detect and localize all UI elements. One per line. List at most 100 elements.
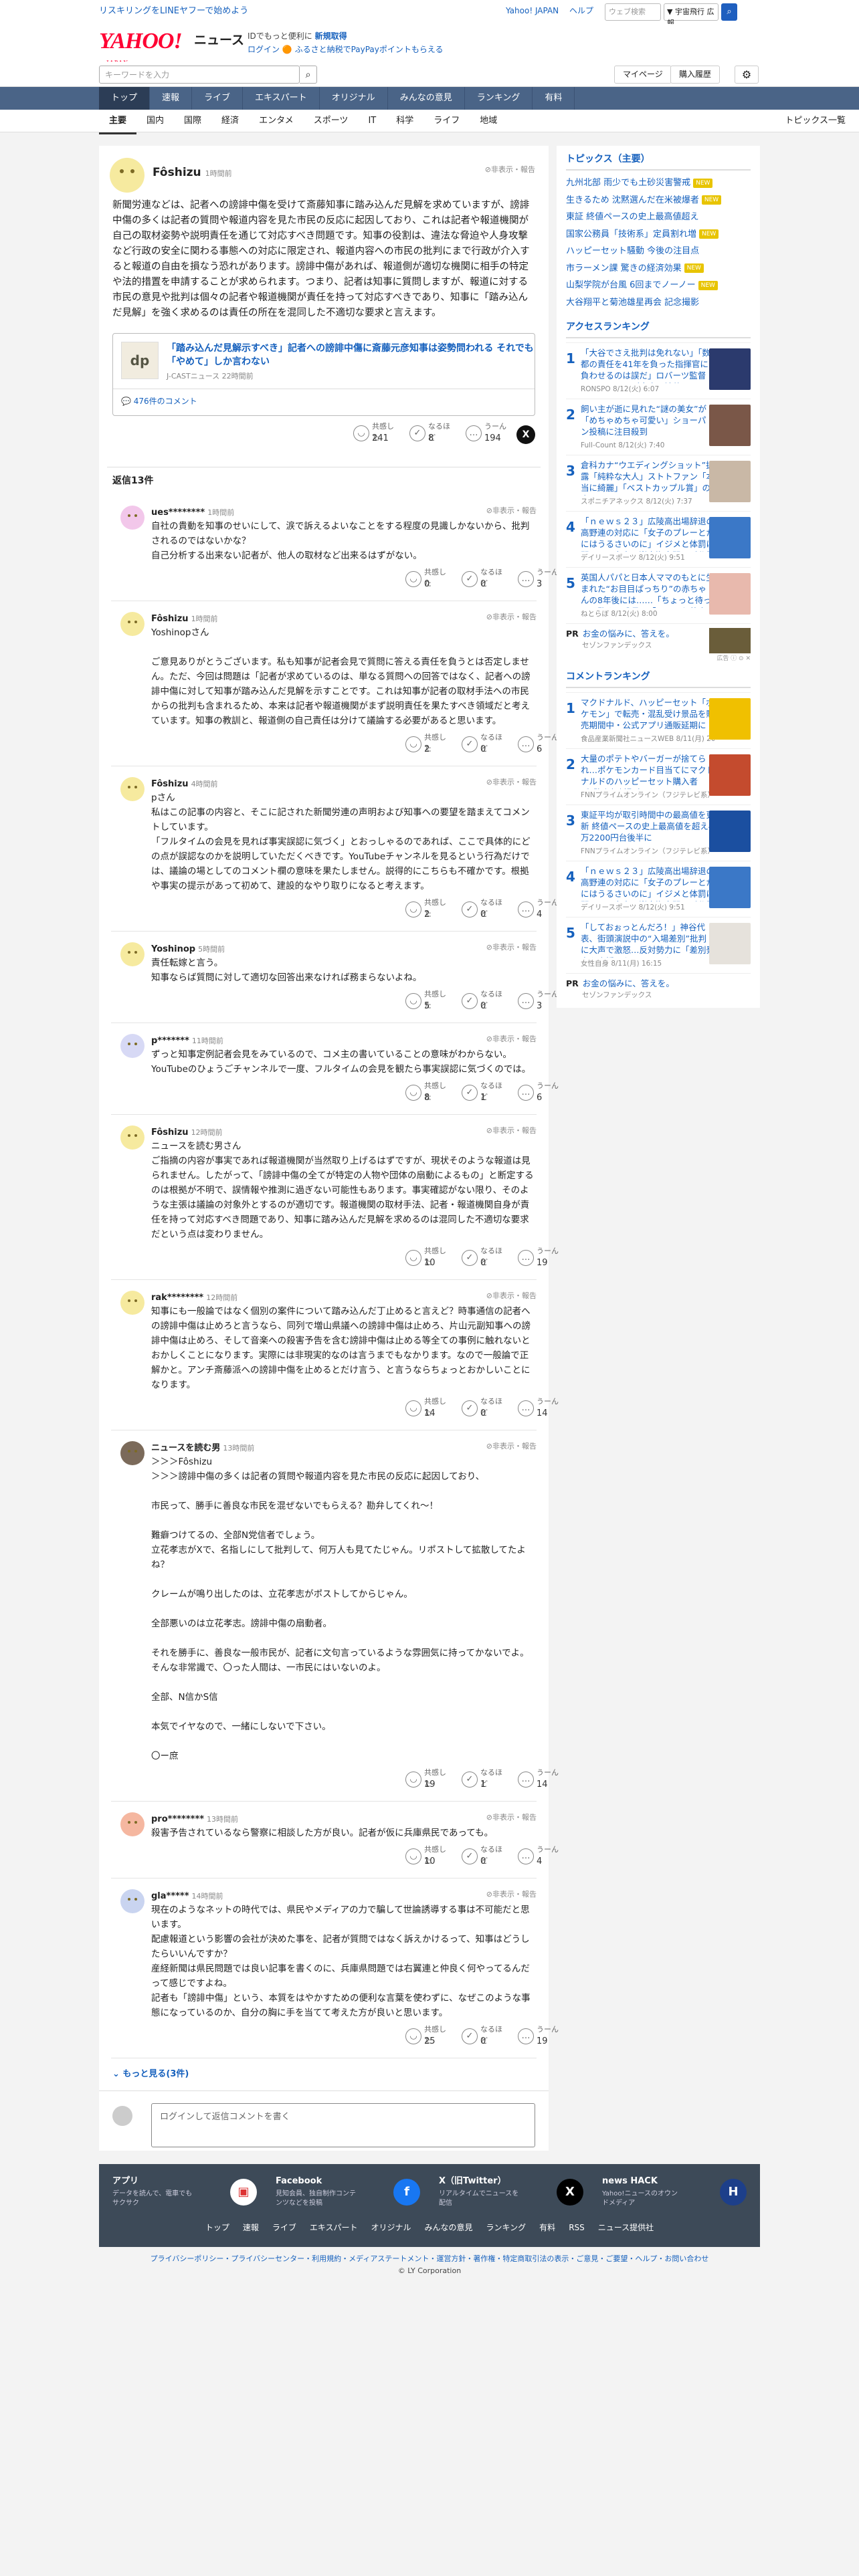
reaction-button[interactable]: … うーん 194 bbox=[466, 421, 508, 452]
reaction-button[interactable]: ✓ なるほど 0 bbox=[462, 732, 504, 756]
ranking-item[interactable]: 3 倉科カナ“ウエディングショット”披露「純粋な大人」ストトファン「本当に綺麗」「… bbox=[566, 455, 751, 511]
footer-link-7[interactable]: 有料 bbox=[533, 2222, 562, 2234]
footer-x-block[interactable]: X（旧Twitter） リアルタイムでニュースを配信 X bbox=[439, 2175, 583, 2215]
reaction-button[interactable]: ◡ 共感した 2 bbox=[405, 732, 448, 756]
reaction-button[interactable]: ◡ 共感した 2 bbox=[405, 897, 448, 922]
x-icon[interactable]: X bbox=[557, 2179, 583, 2206]
reaction-button[interactable]: ◡ 共感した 8 bbox=[405, 1081, 448, 1105]
topic-link[interactable]: 大谷翔平と菊池雄星再会 記念撮影 bbox=[566, 294, 751, 312]
reaction-button[interactable]: ◡ 共感した 19 bbox=[405, 1767, 448, 1792]
web-search-input[interactable]: ウェブ検索 bbox=[605, 3, 661, 21]
news-search-button[interactable]: ⌕ bbox=[300, 66, 317, 84]
reaction-button[interactable]: ✓ なるほど 0 bbox=[462, 1396, 504, 1420]
footer-link-3[interactable]: エキスパート bbox=[303, 2222, 365, 2234]
hide-report-link[interactable]: ⊘非表示・報告 bbox=[486, 942, 537, 954]
article-title[interactable]: 「踏み込んだ見解示すべき」記者への謗誹中傷に斎藤元彦知事は姿勢問われる それでも… bbox=[167, 342, 541, 368]
reaction-button[interactable]: ✓ なるほど 1 bbox=[462, 1767, 504, 1792]
app-icon[interactable]: ▣ bbox=[230, 2179, 257, 2206]
category-tab-8[interactable]: ライフ bbox=[423, 110, 470, 134]
category-tab-1[interactable]: 国内 bbox=[136, 110, 174, 134]
commenter-name[interactable]: Fôshizu bbox=[153, 166, 201, 179]
hide-report-link[interactable]: ⊘非表示・報告 bbox=[486, 1889, 537, 1901]
reaction-button[interactable]: … うーん 6 bbox=[518, 732, 561, 756]
topic-link[interactable]: 東証 終値ペースの史上最高値超え bbox=[566, 209, 751, 226]
commenter-name[interactable]: p******* bbox=[151, 1036, 189, 1046]
legal-links[interactable]: プライバシーポリシー・プライバシーセンター・利用規約・メディアステートメント・運… bbox=[0, 2254, 859, 2265]
reaction-button[interactable]: … うーん 6 bbox=[518, 1081, 561, 1105]
reaction-button[interactable]: ✓ なるほど 8 bbox=[409, 421, 452, 452]
nav-tab-4[interactable]: オリジナル bbox=[320, 87, 388, 110]
footer-news-hack-block[interactable]: news HACK Yahoo!ニュースのオウンドメディア H bbox=[602, 2175, 747, 2215]
hide-report-link[interactable]: ⊘非表示・報告 bbox=[486, 612, 537, 623]
pr-ad-2[interactable]: PR お金の悩みに、答えを。 セゾンファンデックス bbox=[566, 973, 751, 1005]
search-suggest-select[interactable]: ▼ 宇宙飛行 広報 bbox=[664, 3, 719, 27]
hide-report-link[interactable]: ⊘非表示・報告 bbox=[486, 1812, 537, 1824]
reaction-button[interactable]: … うーん 3 bbox=[518, 567, 561, 591]
purchase-history-button[interactable]: 購入履歴 bbox=[670, 66, 721, 84]
ranking-item[interactable]: 1 「大谷でさえ批判は免れない」「数都の責任を41年を負った指揮官に負わせるのは誤… bbox=[566, 342, 751, 399]
pr-ad[interactable]: PR お金の悩みに、答えを。 セゾンファンデックス 広告 ⓘ ⊙ ✕ bbox=[566, 623, 751, 662]
reaction-button[interactable]: ◡ 共感した 10 bbox=[405, 1246, 448, 1270]
reaction-button[interactable]: ✓ なるほど 0 bbox=[462, 1246, 504, 1270]
hide-report-link[interactable]: ⊘非表示・報告 bbox=[486, 777, 537, 788]
article-comments-link[interactable]: 💬 476件のコメント bbox=[121, 395, 197, 407]
reaction-button[interactable]: ◡ 共感した 241 bbox=[353, 421, 396, 452]
settings-button[interactable]: ⚙ bbox=[735, 66, 759, 84]
reply-input[interactable]: ログインして返信コメントを書く bbox=[151, 2103, 535, 2147]
reaction-button[interactable]: … うーん 4 bbox=[518, 897, 561, 922]
help-link[interactable]: ヘルプ bbox=[569, 6, 593, 15]
hide-report-link[interactable]: ⊘非表示・報告 bbox=[486, 1441, 537, 1453]
reaction-button[interactable]: ✓ なるほど 0 bbox=[462, 2024, 504, 2048]
reaction-button[interactable]: ◡ 共感した 10 bbox=[405, 1844, 448, 1868]
commenter-name[interactable]: Fôshizu bbox=[151, 779, 189, 789]
reaction-button[interactable]: … うーん 4 bbox=[518, 1844, 561, 1868]
reaction-button[interactable]: ✓ なるほど 0 bbox=[462, 567, 504, 591]
footer-link-5[interactable]: みんなの意見 bbox=[418, 2222, 480, 2234]
hide-report-link[interactable]: ⊘非表示・報告 bbox=[486, 1034, 537, 1045]
ad-info[interactable]: 広告 ⓘ ⊙ ✕ bbox=[717, 655, 751, 664]
reaction-button[interactable]: … うーん 14 bbox=[518, 1396, 561, 1420]
x-share-icon[interactable]: X bbox=[516, 425, 535, 444]
hide-report-link[interactable]: ⊘非表示・報告 bbox=[485, 165, 535, 176]
reaction-button[interactable]: ◡ 共感した 25 bbox=[405, 2024, 448, 2048]
ranking-item[interactable]: 1 マクドナルド、ハッピーセット「ポケモン」で転売・混乱受け景品を販売期間中・公式… bbox=[566, 692, 751, 748]
news-hack-icon[interactable]: H bbox=[720, 2179, 747, 2206]
ranking-item[interactable]: 5 「しておぉっとんだろ！」神谷代表、街頭演説中の“入場差別”批判に大声で激怒…反… bbox=[566, 917, 751, 973]
footer-link-0[interactable]: トップ bbox=[199, 2222, 236, 2234]
mypage-button[interactable]: マイページ bbox=[614, 66, 672, 84]
topic-link[interactable]: 市ラーメン課 驚きの経済効果 NEW bbox=[566, 260, 751, 278]
reaction-button[interactable]: ✓ なるほど 1 bbox=[462, 1081, 504, 1105]
reaction-button[interactable]: … うーん 3 bbox=[518, 989, 561, 1013]
hide-report-link[interactable]: ⊘非表示・報告 bbox=[486, 1291, 537, 1302]
commenter-name[interactable]: pro******** bbox=[151, 1814, 204, 1824]
footer-link-2[interactable]: ライブ bbox=[266, 2222, 303, 2234]
ranking-item[interactable]: 2 大量のポテトやバーガーが捨てられ…ポケモンカード目当てにマクドナルドのハッピー… bbox=[566, 748, 751, 804]
nav-tab-3[interactable]: エキスパート bbox=[243, 87, 320, 110]
ranking-item[interactable]: 3 東証平均が取引時間中の最高値を更新 終値ペースの史上最高値を超え4万2200円… bbox=[566, 804, 751, 861]
category-tab-6[interactable]: IT bbox=[358, 110, 386, 134]
footer-link-4[interactable]: オリジナル bbox=[365, 2222, 418, 2234]
reskilling-promo-link[interactable]: リスキリングをLINEヤフーで始めよう bbox=[99, 5, 248, 18]
commenter-name[interactable]: Fôshizu bbox=[151, 614, 189, 624]
footer-link-1[interactable]: 速報 bbox=[236, 2222, 266, 2234]
show-more-button[interactable]: ⌄ もっと見る(3件) bbox=[99, 2058, 549, 2090]
ranking-item[interactable]: 5 英国人パパと日本人ママのもとに生まれた“お目目ぱっちり”の赤ちゃんの8年後には… bbox=[566, 567, 751, 623]
category-tab-2[interactable]: 国際 bbox=[174, 110, 211, 134]
news-section-label[interactable]: ニュース bbox=[194, 31, 244, 50]
topic-link[interactable]: 国家公務員「技術系」定員割れ増 NEW bbox=[566, 226, 751, 243]
category-tab-5[interactable]: スポーツ bbox=[304, 110, 359, 134]
commenter-name[interactable]: Yoshinop bbox=[151, 944, 195, 954]
reaction-button[interactable]: ✓ なるほど 0 bbox=[462, 1844, 504, 1868]
reaction-button[interactable]: ◡ 共感した 5 bbox=[405, 989, 448, 1013]
topic-link[interactable]: 生きるため 沈黙選んだ在米被爆者 NEW bbox=[566, 192, 751, 209]
reaction-button[interactable]: ◡ 共感した 14 bbox=[405, 1396, 448, 1420]
nav-tab-2[interactable]: ライブ bbox=[192, 87, 244, 110]
category-tab-4[interactable]: エンタメ bbox=[249, 110, 304, 134]
category-tab-7[interactable]: 科学 bbox=[386, 110, 423, 134]
reaction-button[interactable]: … うーん 14 bbox=[518, 1767, 561, 1792]
reaction-button[interactable]: ◡ 共感した 0 bbox=[405, 567, 448, 591]
nav-tab-5[interactable]: みんなの意見 bbox=[388, 87, 465, 110]
nav-tab-0[interactable]: トップ bbox=[99, 87, 151, 110]
category-tab-9[interactable]: 地域 bbox=[470, 110, 507, 134]
reaction-button[interactable]: … うーん 19 bbox=[518, 1246, 561, 1270]
